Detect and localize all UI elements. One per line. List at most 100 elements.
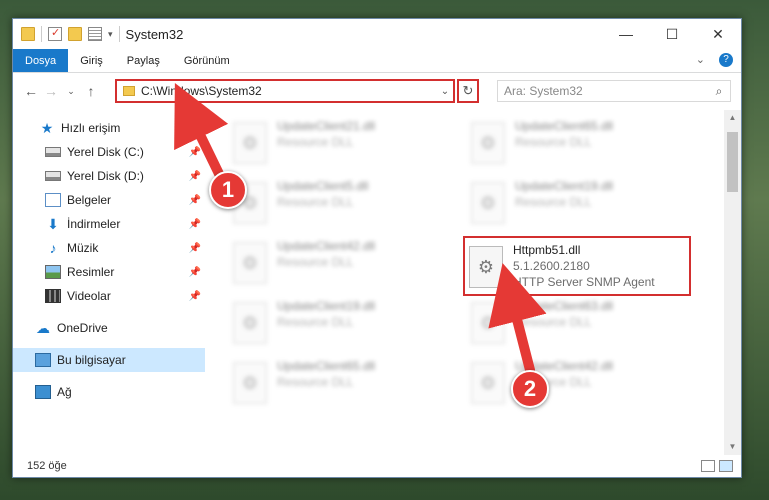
item-count: 152 öğe xyxy=(27,460,67,472)
search-icon[interactable]: ⌕ xyxy=(708,84,730,99)
view-icon[interactable] xyxy=(88,27,102,41)
up-button[interactable]: ↑ xyxy=(81,83,101,99)
sidebar-item-network[interactable]: Ağ xyxy=(13,380,205,404)
recent-locations-button[interactable]: ⌄ xyxy=(61,86,81,97)
expand-ribbon-icon[interactable]: ⌄ xyxy=(696,53,705,67)
file-item[interactable]: ⚙ UpdateClient65.dll Resource DLL xyxy=(229,354,455,412)
title-bar: ▾ System32 — ☐ ✕ xyxy=(13,19,741,49)
ribbon-tabs: Dosya Giriş Paylaş Görünüm ⌄ ? xyxy=(13,49,741,73)
details-view-icon[interactable] xyxy=(701,460,715,472)
sidebar-item-documents[interactable]: Belgeler 📌 xyxy=(13,188,205,212)
back-button[interactable]: ← xyxy=(21,83,41,99)
scroll-up-icon[interactable]: ▲ xyxy=(724,110,741,126)
refresh-button[interactable]: ↻ xyxy=(457,79,479,103)
network-icon xyxy=(35,385,51,399)
sidebar-item-label: Bu bilgisayar xyxy=(57,353,126,367)
search-input[interactable]: Ara: System32 ⌕ xyxy=(497,80,731,102)
main-area: ★ Hızlı erişim Yerel Disk (C:) 📌 Yerel D… xyxy=(13,110,741,455)
sidebar-item-label: Resimler xyxy=(67,265,115,279)
dll-file-icon: ⚙ xyxy=(471,302,505,344)
file-name: UpdateClient19.dll xyxy=(515,179,614,193)
scroll-down-icon[interactable]: ▼ xyxy=(724,439,741,455)
navigation-bar: ← → ⌄ ↑ C:\Windows\System32 ⌄ ↻ Ara: Sys… xyxy=(13,73,741,109)
sidebar-item-label: OneDrive xyxy=(57,321,108,335)
properties-check-icon[interactable] xyxy=(48,26,62,41)
explorer-window: ▾ System32 — ☐ ✕ Dosya Giriş Paylaş Görü… xyxy=(12,18,742,478)
vertical-scrollbar[interactable]: ▲ ▼ xyxy=(724,110,741,455)
file-item[interactable]: ⚙ UpdateClient19.dll Resource DLL xyxy=(229,294,455,352)
file-name: Httpmb51.dll xyxy=(513,243,581,257)
file-item[interactable]: ⚙ UpdateClient21.dll Resource DLL xyxy=(229,114,455,172)
pin-icon: 📌 xyxy=(188,146,201,158)
ribbon-right: ⌄ ? xyxy=(696,53,733,67)
documents-icon xyxy=(45,193,61,207)
sidebar-item-downloads[interactable]: ⬇ İndirmeler 📌 xyxy=(13,212,205,236)
window-title: System32 xyxy=(125,26,184,42)
scroll-thumb[interactable] xyxy=(727,132,738,192)
address-path[interactable]: C:\Windows\System32 xyxy=(141,84,437,98)
sidebar-item-label: İndirmeler xyxy=(67,217,121,231)
file-type: Resource DLL xyxy=(515,315,592,329)
search-placeholder: Ara: System32 xyxy=(504,84,583,98)
minimize-button[interactable]: — xyxy=(603,19,649,49)
navigation-pane: ★ Hızlı erişim Yerel Disk (C:) 📌 Yerel D… xyxy=(13,110,205,455)
address-dropdown-icon[interactable]: ⌄ xyxy=(437,86,453,97)
sidebar-item-disk-d[interactable]: Yerel Disk (D:) 📌 xyxy=(13,164,205,188)
callout-1: 1 xyxy=(209,171,247,209)
sidebar-item-quick-access[interactable]: ★ Hızlı erişim xyxy=(13,116,205,140)
file-item[interactable]: ⚙ UpdateClient19.dll Resource DLL xyxy=(467,174,693,232)
large-icons-view-icon[interactable] xyxy=(719,460,733,472)
file-type: Resource DLL xyxy=(277,135,354,149)
sidebar-item-this-pc[interactable]: Bu bilgisayar xyxy=(13,348,205,372)
status-bar: 152 öğe xyxy=(13,455,741,477)
folder-icon xyxy=(21,27,35,41)
tab-file[interactable]: Dosya xyxy=(13,49,69,72)
maximize-button[interactable]: ☐ xyxy=(649,19,695,49)
sidebar-item-label: Belgeler xyxy=(67,193,112,207)
cloud-icon: ☁ xyxy=(36,320,50,336)
sidebar-item-disk-c[interactable]: Yerel Disk (C:) 📌 xyxy=(13,140,205,164)
help-icon[interactable]: ? xyxy=(719,53,733,67)
file-item[interactable]: ⚙ UpdateClient65.dll Resource DLL xyxy=(467,114,693,172)
file-name: UpdateClient21.dll xyxy=(277,119,376,133)
file-item[interactable]: ⚙ UpdateClient5.dll Resource DLL xyxy=(229,174,455,232)
sidebar-item-pictures[interactable]: Resimler 📌 xyxy=(13,260,205,284)
divider xyxy=(118,26,120,42)
sidebar-item-label: Videolar xyxy=(67,289,111,303)
file-type: Resource DLL xyxy=(515,195,592,209)
file-item-httpmb51[interactable]: ⚙ Httpmb51.dll 5.1.2600.2180 HTTP Server… xyxy=(463,236,691,296)
customize-toolbar-icon[interactable]: ▾ xyxy=(108,29,113,40)
file-name: UpdateClient42.dll xyxy=(277,239,376,253)
new-folder-icon[interactable] xyxy=(68,27,82,41)
tab-view[interactable]: Görünüm xyxy=(172,49,242,72)
dll-file-icon: ⚙ xyxy=(471,122,505,164)
sidebar-item-music[interactable]: ♪ Müzik 📌 xyxy=(13,236,205,260)
sidebar-item-label: Müzik xyxy=(67,241,99,255)
file-type: Resource DLL xyxy=(277,195,354,209)
dll-file-icon: ⚙ xyxy=(233,242,267,284)
forward-button[interactable]: → xyxy=(41,83,61,99)
sidebar-item-onedrive[interactable]: ☁ OneDrive xyxy=(13,316,205,340)
address-bar[interactable]: C:\Windows\System32 ⌄ xyxy=(115,79,455,103)
file-item[interactable]: ⚙ UpdateClient42.dll Resource DLL xyxy=(229,234,455,292)
tab-share[interactable]: Paylaş xyxy=(115,49,172,72)
file-item[interactable]: ⚙ UpdateClient42.dll Resource DLL xyxy=(467,354,693,412)
close-button[interactable]: ✕ xyxy=(695,19,741,49)
file-name: UpdateClient5.dll xyxy=(277,179,369,193)
pin-icon: 📌 xyxy=(188,266,201,278)
quick-access-toolbar: ▾ xyxy=(21,26,120,42)
disk-icon xyxy=(45,147,61,157)
dll-file-icon: ⚙ xyxy=(233,122,267,164)
pin-icon: 📌 xyxy=(188,218,201,230)
file-item[interactable]: ⚙ UpdateClient63.dll Resource DLL xyxy=(467,294,693,352)
file-name: UpdateClient63.dll xyxy=(515,299,614,313)
disk-icon xyxy=(45,171,61,181)
folder-icon xyxy=(123,86,135,96)
download-icon: ⬇ xyxy=(47,216,59,232)
view-toggle xyxy=(701,460,733,472)
file-list: ⚙ UpdateClient21.dll Resource DLL ⚙ Updat… xyxy=(205,110,741,455)
sidebar-item-videos[interactable]: Videolar 📌 xyxy=(13,284,205,308)
tab-home[interactable]: Giriş xyxy=(68,49,115,72)
pictures-icon xyxy=(45,265,61,279)
